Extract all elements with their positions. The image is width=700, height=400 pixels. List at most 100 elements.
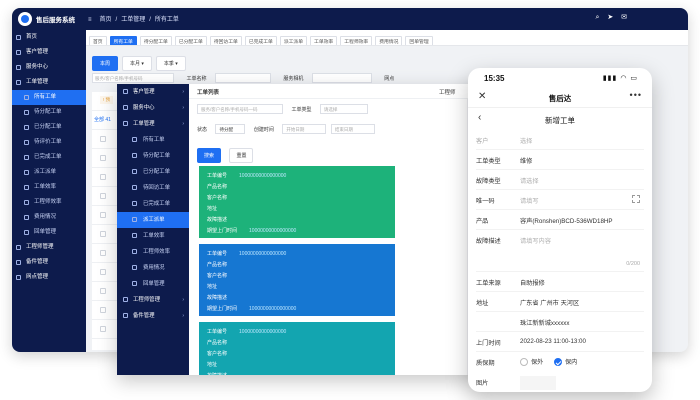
sidebar-item[interactable]: 派工派单 [12,165,86,180]
form-value[interactable]: 选择 [520,136,532,145]
row-checkbox[interactable] [100,250,106,256]
search-input[interactable]: 服务/客户名称/手机号码 [92,73,174,83]
sidebar-item[interactable]: 备件管理 [12,255,86,270]
row-checkbox[interactable] [100,307,106,313]
form-value[interactable]: 2022-08-23 11:00-13:00 [520,338,586,345]
image-upload[interactable] [520,376,556,390]
sidebar-item[interactable]: 客户管理 [12,45,86,60]
sidebar-item[interactable]: 所有工单 [12,90,86,105]
row-checkbox[interactable] [100,155,106,161]
tab-item[interactable]: 首页 [89,36,107,45]
sidebar-item[interactable]: 待分配工单 [12,105,86,120]
status-select[interactable]: 待分配 [215,124,246,134]
sidebar-item[interactable]: 工程师效率 [12,195,86,210]
form-row[interactable]: 珠江新新城xxxxxx [476,312,644,332]
start-date-input[interactable]: 开始日期 [282,124,327,134]
form-value[interactable]: 自助报修 [520,278,545,287]
reset-button[interactable]: 重置 [229,148,254,163]
form-row[interactable]: 客户 选择 [476,130,644,150]
row-checkbox[interactable] [100,174,106,180]
form-row[interactable]: 故障类型 请选择 [476,170,644,190]
sidebar-item[interactable]: 待回访工单 [117,180,189,196]
search-input[interactable]: 服务/客户名称/手机号码一码 [197,104,283,114]
row-checkbox[interactable] [100,231,106,237]
radio-checked-icon[interactable] [554,358,562,367]
sidebar-item[interactable]: 服务中心 › [117,100,189,116]
end-date-input[interactable]: 结束日期 [330,124,375,134]
scan-icon[interactable] [632,195,640,203]
row-checkbox[interactable] [100,212,106,218]
tab-item[interactable]: 费用情况 [375,36,403,45]
period-button[interactable]: 本周 [92,56,119,71]
warranty-option[interactable]: 保内 [554,357,577,367]
sidebar-item[interactable]: 工单效率 [117,228,189,244]
form-row[interactable]: 产品 容声(Ronshen)BCD-536WD18HP [476,210,644,230]
sidebar-item[interactable]: 工单管理 [12,75,86,90]
row-checkbox[interactable] [100,193,106,199]
tab-item[interactable]: 所有工单 [109,36,137,45]
sidebar-item[interactable]: 费用情况 [12,210,86,225]
form-value[interactable]: 请填写内容 [520,236,551,245]
form-value[interactable]: 珠江新新城xxxxxx [520,318,570,327]
form-value[interactable]: 维修 [520,156,532,165]
order-card[interactable]: 工单编号10000000000000000产品名称客户名称地址故障描述期望上门时… [199,166,395,238]
more-icon[interactable]: ••• [630,90,642,100]
sidebar-item[interactable]: 已完成工单 [12,150,86,165]
tab-item[interactable]: 派工派单 [279,36,308,45]
form-row[interactable]: 唯一码 请填写 [476,190,644,210]
tab-item[interactable]: 已完成工单 [244,36,277,45]
period-button[interactable]: 本季 ▾ [155,56,186,71]
sidebar-item[interactable]: 待分配工单 [117,148,189,164]
sidebar-item[interactable]: 回单管理 [12,225,86,240]
form-row[interactable]: 地址 广东省 广州市 天河区 [476,292,644,312]
sidebar-item[interactable]: 待评价工单 [12,135,86,150]
form-row[interactable]: 工单类型 维修 [476,150,644,170]
order-card[interactable]: 工单编号10000000000000000产品名称客户名称地址故障描述期望上门时… [199,322,395,375]
sidebar-item[interactable]: 已分配工单 [12,120,86,135]
breadcrumb-item[interactable]: 工单管理 [121,17,145,23]
menu-icon[interactable]: ≡ [88,17,92,23]
tab-item[interactable]: 已分配工单 [174,36,207,45]
sidebar-item[interactable]: 已分配工单 [117,164,189,180]
form-row[interactable]: 上门时间 2022-08-23 11:00-13:00 [476,332,644,352]
tab-item[interactable]: 待回访工单 [209,36,242,45]
sidebar-item[interactable]: 派工派单 [117,212,189,228]
form-value[interactable]: 请填写 [520,196,539,205]
header-icons[interactable]: ⌕ ➤ ✉ [595,13,630,22]
sidebar-item[interactable]: 首页 [12,30,86,45]
sidebar-item[interactable]: 回单管理 [117,276,189,292]
search-button[interactable]: 搜索 [197,148,222,163]
sidebar-item[interactable]: 服务中心 [12,60,86,75]
filter-input[interactable] [214,73,271,83]
filter-input[interactable] [311,73,372,83]
sidebar-item[interactable]: 所有工单 [117,132,189,148]
tab-item[interactable]: 工程师效率 [340,36,373,45]
form-row[interactable]: 工单来源 自助报修 [476,272,644,292]
row-checkbox[interactable] [100,326,106,332]
breadcrumb-item[interactable]: 首页 [100,17,112,23]
sidebar-item[interactable]: 工程师管理 [12,240,86,255]
order-card[interactable]: 工单编号10000000000000000产品名称客户名称地址故障描述期望上门时… [199,244,395,316]
sidebar-item[interactable]: 客户管理 › [117,84,189,100]
form-value[interactable]: 广东省 广州市 天河区 [520,298,579,307]
row-checkbox[interactable] [100,269,106,275]
form-value[interactable]: 请选择 [520,176,539,185]
sidebar-item[interactable]: 已完成工单 [117,196,189,212]
tab-item[interactable]: 回单管理 [405,36,433,45]
period-button[interactable]: 本月 ▾ [122,56,152,71]
tab-item[interactable]: 工单效率 [310,36,338,45]
sidebar-item[interactable]: 费用情况 [117,260,189,276]
all-tab[interactable]: 全部 41 [94,116,111,123]
sidebar-item[interactable]: 网点管理 [12,270,86,285]
form-value[interactable]: 容声(Ronshen)BCD-536WD18HP [520,216,613,225]
radio-icon[interactable] [520,358,528,367]
form-row[interactable]: 故障描述 请填写内容 0/200 [476,230,644,272]
warranty-option[interactable]: 保外 [520,357,543,367]
breadcrumb-item[interactable]: 所有工单 [155,17,179,23]
type-select[interactable]: 请选择 [319,104,368,114]
sidebar-item[interactable]: 工程师效率 [117,244,189,260]
sidebar-item[interactable]: 工单效率 [12,180,86,195]
tab-item[interactable]: 待分配工单 [139,36,172,45]
sidebar-item[interactable]: 工单管理 › [117,116,189,132]
sidebar-item[interactable]: 工程师管理 › [117,292,189,308]
